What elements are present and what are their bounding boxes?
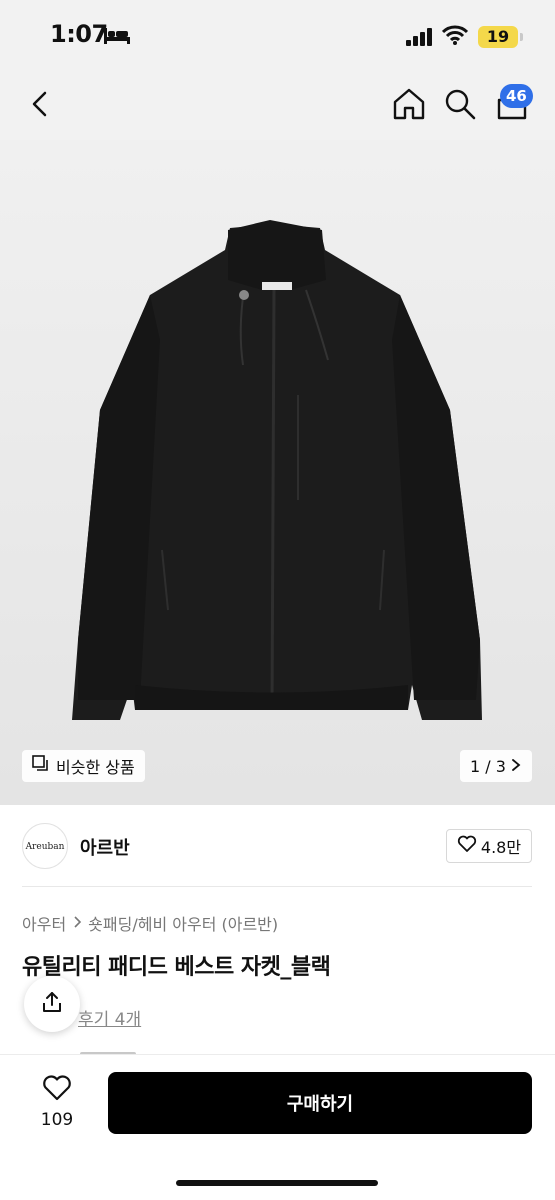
home-indicator bbox=[176, 1180, 378, 1186]
wishlist-count: 109 bbox=[40, 1110, 74, 1130]
brand-like-count: 4.8만 bbox=[480, 838, 522, 857]
heart-icon bbox=[457, 835, 477, 857]
copy-icon bbox=[32, 755, 50, 777]
chevron-right-icon bbox=[510, 757, 522, 776]
heart-icon bbox=[42, 1074, 72, 1106]
buy-button[interactable]: 구매하기 bbox=[108, 1072, 532, 1134]
similar-products-label: 비슷한 상품 bbox=[56, 758, 135, 777]
breadcrumb: 아우터 숏패딩/헤비 아우터 (아르반) bbox=[22, 911, 278, 935]
search-icon[interactable] bbox=[444, 88, 476, 124]
share-button[interactable] bbox=[24, 976, 80, 1032]
status-time: 1:07 bbox=[50, 20, 108, 48]
share-icon bbox=[40, 990, 64, 1018]
brand-like-button[interactable]: 4.8만 bbox=[446, 829, 532, 863]
chevron-right-icon bbox=[72, 914, 82, 933]
jacket-image bbox=[72, 220, 482, 720]
review-link[interactable]: 후기 4개 bbox=[78, 1005, 141, 1030]
brand-logo[interactable]: Areuban bbox=[22, 823, 68, 869]
product-title: 유틸리티 패디드 베스트 자켓_블랙 bbox=[22, 955, 331, 980]
similar-products-button[interactable]: 비슷한 상품 bbox=[22, 750, 145, 782]
cart-count-badge: 46 bbox=[500, 84, 533, 108]
breadcrumb-item-category[interactable]: 숏패딩/헤비 아우터 (아르반) bbox=[88, 911, 278, 935]
brand-name[interactable]: 아르반 bbox=[80, 834, 130, 860]
wishlist-button[interactable]: 109 bbox=[30, 1074, 84, 1134]
back-icon[interactable] bbox=[28, 90, 52, 122]
battery-icon: 19 bbox=[478, 26, 518, 48]
wifi-icon bbox=[441, 25, 469, 49]
breadcrumb-item-outer[interactable]: 아우터 bbox=[22, 911, 66, 935]
bed-icon bbox=[104, 28, 130, 48]
signal-icon bbox=[406, 28, 434, 50]
home-icon[interactable] bbox=[392, 88, 426, 124]
divider bbox=[22, 886, 532, 887]
battery-tip bbox=[520, 33, 523, 41]
product-image[interactable] bbox=[0, 140, 555, 805]
page-indicator-text: 1 / 3 bbox=[470, 756, 506, 776]
image-page-indicator[interactable]: 1 / 3 bbox=[460, 750, 532, 782]
